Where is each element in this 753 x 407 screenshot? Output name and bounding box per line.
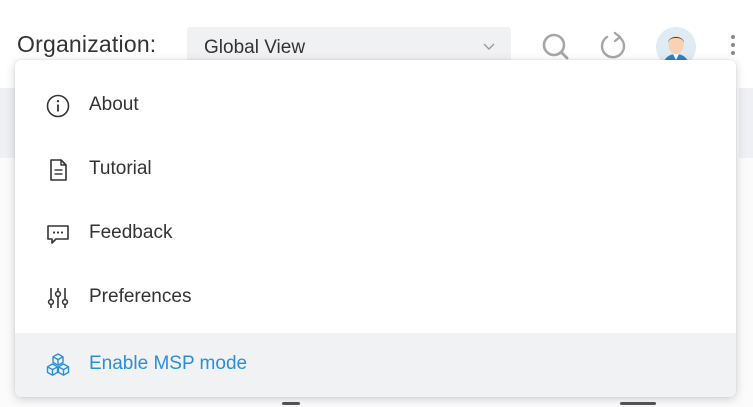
more-vertical-icon[interactable] [726,32,740,62]
menu-item-label: Feedback [89,222,173,243]
menu-item-tutorial[interactable]: Tutorial [15,138,736,202]
screen: Organization: Global View About Tutorial… [0,0,753,407]
menu-item-enable-msp-mode[interactable]: Enable MSP mode [15,333,736,397]
menu-item-label: Enable MSP mode [89,353,248,374]
organization-select-value: Global View [204,37,306,58]
organization-label: Organization: [17,31,157,57]
page-right-strip [739,88,753,158]
document-icon [50,159,67,181]
sliders-icon [47,288,69,308]
page-ghost-text [282,398,300,407]
menu-item-label: About [89,94,139,115]
user-dropdown-menu: About Tutorial Feedback Preferences Enab… [15,60,736,397]
menu-item-label: Preferences [89,286,192,307]
menu-item-about[interactable]: About [15,74,736,138]
cubes-icon [46,353,70,376]
menu-item-preferences[interactable]: Preferences [15,266,736,330]
refresh-icon[interactable] [597,31,629,63]
search-icon[interactable] [540,31,572,63]
menu-item-label: Tutorial [89,158,152,179]
page-ghost-text [620,398,656,407]
chat-bubble-icon [47,225,69,244]
menu-item-feedback[interactable]: Feedback [15,202,736,266]
chevron-down-icon [483,43,495,50]
info-circle-icon [46,94,70,118]
